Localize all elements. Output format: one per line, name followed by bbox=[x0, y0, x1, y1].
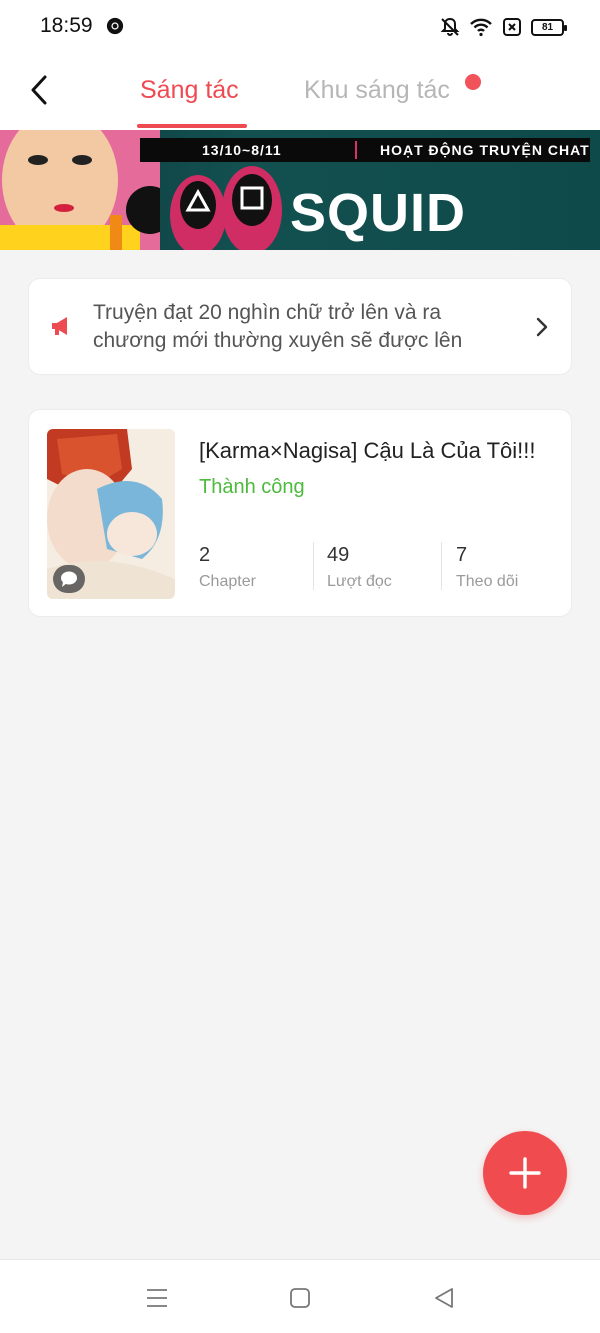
notification-dot bbox=[465, 74, 481, 90]
banner-strip: 13/10~8/11 HOẠT ĐỘNG TRUYỆN CHAT bbox=[140, 138, 590, 162]
stat-label: Lượt đọc bbox=[327, 573, 392, 590]
add-story-button[interactable] bbox=[483, 1131, 567, 1215]
status-time: 18:59 bbox=[40, 14, 93, 37]
notice-text: Truyện đạt 20 nghìn chữ trở lên và ra ch… bbox=[93, 301, 463, 352]
banner-illustration bbox=[0, 130, 174, 250]
stat-followers: 7 Theo dõi bbox=[456, 544, 518, 591]
chrome-icon bbox=[106, 17, 124, 35]
banner-event-name: HOẠT ĐỘNG TRUYỆN CHAT bbox=[380, 142, 590, 158]
battery-icon: 81 bbox=[531, 18, 567, 36]
tab-khu-sang-tac[interactable]: Khu sáng tác bbox=[304, 76, 450, 105]
banner-art bbox=[0, 130, 174, 250]
stat-divider bbox=[313, 542, 314, 590]
stat-divider bbox=[441, 542, 442, 590]
wifi-icon bbox=[470, 18, 492, 37]
chevron-right-icon bbox=[536, 317, 548, 337]
nav-back-button[interactable] bbox=[430, 1284, 458, 1312]
guard-masks bbox=[170, 166, 282, 250]
status-bar: 18:59 81 bbox=[0, 0, 600, 54]
story-card[interactable]: [Karma×Nagisa] Cậu Là Của Tôi!!! Thành c… bbox=[28, 409, 572, 617]
stat-value: 2 bbox=[199, 544, 211, 566]
battery-level: 81 bbox=[541, 21, 554, 33]
stat-reads: 49 Lượt đọc bbox=[327, 544, 392, 591]
tab-underline bbox=[137, 124, 247, 128]
nav-menu-button[interactable] bbox=[143, 1284, 171, 1312]
home-square-icon bbox=[290, 1288, 310, 1308]
stat-chapters: 2 Chapter bbox=[199, 544, 256, 591]
notice-card[interactable]: Truyện đạt 20 nghìn chữ trở lên và ra ch… bbox=[28, 278, 572, 375]
chevron-left-icon bbox=[31, 75, 47, 105]
squid-game-logo: SQUID GAME bbox=[290, 183, 467, 250]
chat-bubble-icon bbox=[53, 565, 85, 593]
stat-label: Chapter bbox=[199, 573, 256, 590]
status-icons: 81 bbox=[440, 14, 567, 40]
sim-icon bbox=[503, 18, 521, 36]
nav-home-button[interactable] bbox=[286, 1284, 314, 1312]
tab-sang-tac[interactable]: Sáng tác bbox=[140, 76, 239, 105]
back-button[interactable] bbox=[22, 70, 56, 110]
event-banner[interactable]: 13/10~8/11 HOẠT ĐỘNG TRUYỆN CHAT SQUID G… bbox=[0, 130, 600, 250]
header: Sáng tác Khu sáng tác bbox=[0, 54, 600, 130]
story-cover[interactable] bbox=[47, 429, 175, 599]
stat-value: 7 bbox=[456, 544, 468, 566]
megaphone-icon bbox=[52, 317, 67, 335]
system-nav-bar bbox=[0, 1259, 600, 1333]
story-title[interactable]: [Karma×Nagisa] Cậu Là Của Tôi!!! bbox=[199, 438, 536, 464]
plus-icon bbox=[509, 1157, 541, 1189]
bell-off-icon bbox=[440, 17, 460, 36]
menu-icon bbox=[147, 1289, 167, 1307]
back-triangle-icon bbox=[435, 1288, 453, 1308]
banner-separator bbox=[355, 141, 357, 159]
stat-value: 49 bbox=[327, 544, 350, 566]
stat-label: Theo dõi bbox=[456, 573, 519, 590]
banner-dates: 13/10~8/11 bbox=[202, 142, 282, 158]
story-status: Thành công bbox=[199, 476, 305, 498]
